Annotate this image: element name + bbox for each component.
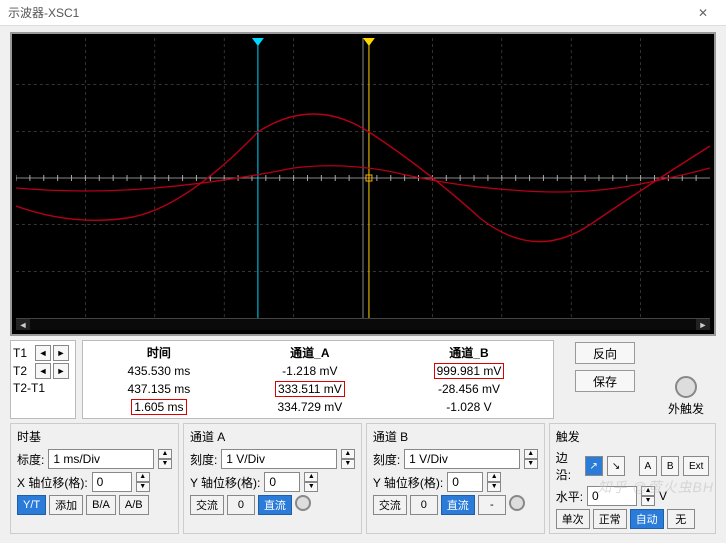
- ch-a-ypos-stepper[interactable]: ▲▼: [304, 472, 318, 492]
- col-ch-a: 通道_A: [231, 343, 389, 362]
- mode-add-button[interactable]: 添加: [49, 495, 83, 515]
- edge-falling-button[interactable]: ↘: [607, 456, 625, 476]
- table-row: 437.135 ms 333.511 mV -28.456 mV: [87, 380, 549, 398]
- edge-rising-button[interactable]: ↗: [585, 456, 603, 476]
- cursor-dt-label: T2-T1: [13, 381, 45, 395]
- t2-right-button[interactable]: ►: [53, 363, 69, 379]
- ch-a-scale-stepper[interactable]: ▲▼: [341, 449, 355, 469]
- ch-b-zero-button[interactable]: 0: [410, 495, 438, 515]
- t1-right-button[interactable]: ►: [53, 345, 69, 361]
- col-time: 时间: [87, 343, 231, 362]
- oscilloscope-display[interactable]: [16, 38, 710, 318]
- trig-src-ext-button[interactable]: Ext: [683, 456, 709, 476]
- ch-b-title: 通道 B: [373, 428, 538, 445]
- x-position-stepper[interactable]: ▲▼: [136, 472, 150, 492]
- ch-a-zero-button[interactable]: 0: [227, 495, 255, 515]
- timebase-scale-input[interactable]: 1 ms/Div: [48, 449, 154, 469]
- titlebar: 示波器-XSC1 ✕: [0, 0, 726, 26]
- col-ch-b: 通道_B: [389, 343, 549, 362]
- ch-a-ypos-input[interactable]: 0: [264, 472, 300, 492]
- ch-b-ac-button[interactable]: 交流: [373, 495, 407, 515]
- trig-single-button[interactable]: 单次: [556, 509, 590, 529]
- t2-cha-value: 333.511 mV: [275, 381, 345, 397]
- ext-trigger-port-icon[interactable]: [675, 376, 697, 398]
- trig-normal-button[interactable]: 正常: [593, 509, 627, 529]
- trig-auto-button[interactable]: 自动: [630, 509, 664, 529]
- reverse-button[interactable]: 反向: [575, 342, 635, 364]
- ch-b-port-icon[interactable]: [509, 495, 525, 511]
- ch-a-scale-input[interactable]: 1 V/Div: [221, 449, 337, 469]
- dt-time-value: 1.605 ms: [131, 399, 186, 415]
- ch-a-title: 通道 A: [190, 428, 355, 445]
- cursor-readout-table: 时间 通道_A 通道_B 435.530 ms -1.218 mV 999.98…: [82, 340, 554, 419]
- scope-bezel: ◄ ►: [10, 32, 716, 336]
- channel-a-panel: 通道 A 刻度: 1 V/Div ▲▼ Y 轴位移(格): 0 ▲▼ 交流 0 …: [183, 423, 362, 534]
- trigger-level-input[interactable]: 0: [587, 486, 637, 506]
- ch-b-invert-button[interactable]: -: [478, 495, 506, 515]
- ch-a-dc-button[interactable]: 直流: [258, 495, 292, 515]
- ch-b-ypos-input[interactable]: 0: [447, 472, 483, 492]
- timeline-scrollbar[interactable]: ◄ ►: [16, 318, 710, 330]
- table-row: 435.530 ms -1.218 mV 999.981 mV: [87, 362, 549, 380]
- table-row: 1.605 ms 334.729 mV -1.028 V: [87, 398, 549, 416]
- trig-src-b-button[interactable]: B: [661, 456, 679, 476]
- ch-b-scale-input[interactable]: 1 V/Div: [404, 449, 520, 469]
- trig-src-a-button[interactable]: A: [639, 456, 657, 476]
- window-title: 示波器-XSC1: [8, 4, 688, 21]
- t2-left-button[interactable]: ◄: [35, 363, 51, 379]
- ext-trigger-label: 外触发: [668, 400, 704, 417]
- mode-ab-button[interactable]: A/B: [119, 495, 149, 515]
- trigger-panel: 触发 边沿: ↗ ↘ A B Ext 水平: 0 ▲▼ V 单次: [549, 423, 716, 534]
- scroll-left-icon[interactable]: ◄: [16, 319, 30, 330]
- mode-ba-button[interactable]: B/A: [86, 495, 116, 515]
- trig-none-button[interactable]: 无: [667, 509, 695, 529]
- x-position-input[interactable]: 0: [92, 472, 132, 492]
- mode-yt-button[interactable]: Y/T: [17, 495, 46, 515]
- ch-b-scale-stepper[interactable]: ▲▼: [524, 449, 538, 469]
- t1-left-button[interactable]: ◄: [35, 345, 51, 361]
- timebase-scale-stepper[interactable]: ▲▼: [158, 449, 172, 469]
- ch-b-ypos-stepper[interactable]: ▲▼: [487, 472, 501, 492]
- ch-b-dc-button[interactable]: 直流: [441, 495, 475, 515]
- timebase-title: 时基: [17, 428, 172, 445]
- ch-a-ac-button[interactable]: 交流: [190, 495, 224, 515]
- t1-chb-value: 999.981 mV: [434, 363, 505, 379]
- trigger-title: 触发: [556, 428, 709, 445]
- cursor-t2-label: T2: [13, 364, 33, 378]
- cursor-controls: T1 ◄ ► T2 ◄ ► T2-T1: [10, 340, 76, 419]
- scroll-right-icon[interactable]: ►: [696, 319, 710, 330]
- save-button[interactable]: 保存: [575, 370, 635, 392]
- cursor-t1-label: T1: [13, 346, 33, 360]
- ch-a-port-icon[interactable]: [295, 495, 311, 511]
- trigger-level-stepper[interactable]: ▲▼: [641, 486, 655, 506]
- close-icon[interactable]: ✕: [688, 6, 718, 20]
- timebase-panel: 时基 标度: 1 ms/Div ▲▼ X 轴位移(格): 0 ▲▼ Y/T 添加…: [10, 423, 179, 534]
- channel-b-panel: 通道 B 刻度: 1 V/Div ▲▼ Y 轴位移(格): 0 ▲▼ 交流 0 …: [366, 423, 545, 534]
